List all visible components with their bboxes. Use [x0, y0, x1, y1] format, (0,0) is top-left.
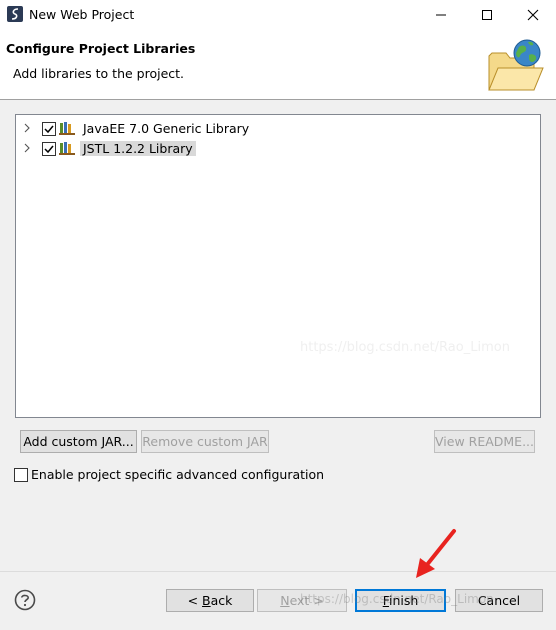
minimize-icon: [436, 14, 446, 16]
help-icon[interactable]: [14, 589, 36, 611]
chevron-right-icon[interactable]: [22, 142, 32, 154]
close-icon: [527, 9, 539, 21]
maximize-icon: [482, 10, 492, 20]
tree-item-javaee[interactable]: JavaEE 7.0 Generic Library: [16, 118, 249, 138]
separator: [0, 571, 556, 572]
advanced-config-checkbox[interactable]: [14, 468, 28, 482]
advanced-config-label: Enable project specific advanced configu…: [31, 467, 325, 482]
library-icon: [59, 142, 75, 155]
javaee-label: JavaEE 7.0 Generic Library: [83, 121, 250, 136]
jstl-checkbox[interactable]: [42, 142, 56, 156]
library-icon: [59, 122, 75, 135]
checkmark-icon: [44, 125, 54, 134]
title-bar: New Web Project: [0, 0, 556, 30]
next-button[interactable]: Next >: [257, 589, 347, 612]
view-readme-button[interactable]: View README...: [434, 430, 535, 453]
annotation-arrow-icon: [416, 529, 456, 578]
close-button[interactable]: [510, 0, 556, 30]
web-project-folder-icon: [488, 39, 544, 91]
javaee-checkbox[interactable]: [42, 122, 56, 136]
minimize-button[interactable]: [418, 0, 464, 30]
jstl-label: JSTL 1.2.2 Library: [80, 141, 196, 156]
tree-item-jstl[interactable]: JSTL 1.2.2 Library: [16, 138, 216, 158]
back-button-suffix: ack: [210, 593, 233, 608]
next-button-suffix: ext >: [289, 593, 324, 608]
chevron-right-icon[interactable]: [22, 122, 32, 134]
finish-button[interactable]: Finish: [355, 589, 446, 612]
add-custom-jar-button[interactable]: Add custom JAR...: [20, 430, 137, 453]
page-subtitle: Add libraries to the project.: [13, 66, 185, 81]
library-tree[interactable]: JavaEE 7.0 Generic Library JSTL 1.2.2 Li…: [15, 114, 541, 418]
page-title: Configure Project Libraries: [6, 41, 196, 56]
finish-button-suffix: inish: [388, 593, 419, 608]
back-button-prefix: <: [187, 593, 203, 608]
back-button-mnemonic: B: [202, 593, 211, 608]
checkmark-icon: [44, 145, 54, 154]
window-title: New Web Project: [29, 7, 135, 22]
back-button[interactable]: < Back: [166, 589, 254, 612]
app-logo-icon: [7, 6, 23, 22]
maximize-button[interactable]: [464, 0, 510, 30]
next-button-mnemonic: N: [280, 593, 290, 608]
cancel-button[interactable]: Cancel: [455, 589, 543, 612]
wizard-banner: Configure Project Libraries Add librarie…: [0, 30, 556, 100]
remove-custom-jar-button[interactable]: Remove custom JAR: [141, 430, 269, 453]
